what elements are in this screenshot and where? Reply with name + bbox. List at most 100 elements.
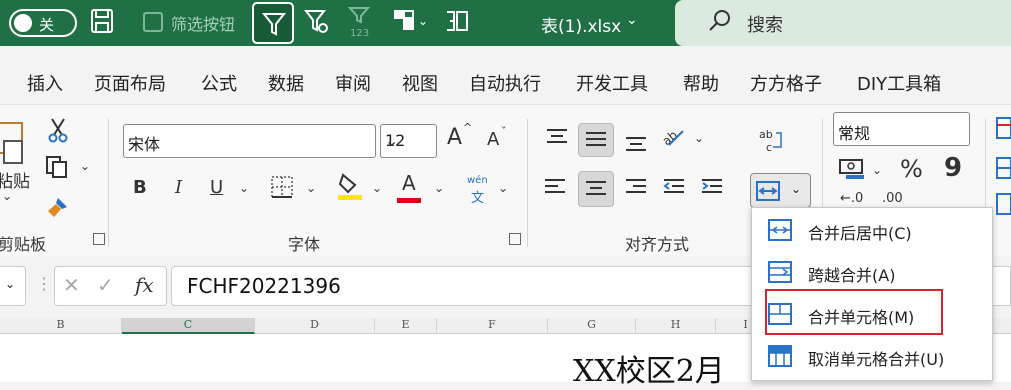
decrease-indent-icon[interactable] xyxy=(663,177,685,202)
cut-icon[interactable] xyxy=(47,117,69,148)
align-middle-button[interactable] xyxy=(578,123,614,157)
underline-chevron-icon[interactable]: ⌄ xyxy=(239,181,249,195)
svg-text:123: 123 xyxy=(350,28,369,38)
format-painter-icon[interactable] xyxy=(44,195,70,226)
menu-formulas[interactable]: 公式 xyxy=(201,70,237,96)
percent-button[interactable]: % xyxy=(900,155,923,183)
phonetic-top[interactable]: wén xyxy=(467,175,488,186)
column-header-h[interactable]: H xyxy=(636,318,716,334)
chevron-down-icon[interactable]: ⌄ xyxy=(418,14,428,28)
formula-bar-grip-icon: ⋮ xyxy=(36,274,52,293)
fill-color-icon[interactable] xyxy=(337,171,363,206)
orientation-icon[interactable]: ab xyxy=(660,123,687,154)
filter-buttons-checkbox[interactable] xyxy=(143,12,163,32)
menu-item-merge-across[interactable]: 跨越合并(A) xyxy=(752,254,994,292)
menu-item-unmerge-cells[interactable]: 取消单元格合并(U) xyxy=(752,338,994,376)
menu-fangfanggezi[interactable]: 方方格子 xyxy=(750,70,822,96)
grid-toolbar-icon[interactable] xyxy=(392,8,416,37)
cancel-icon[interactable]: ✕ xyxy=(63,273,80,297)
svg-text:ab: ab xyxy=(759,128,773,141)
filter-settings-icon[interactable] xyxy=(303,8,330,41)
fill-color-chevron-icon[interactable]: ⌄ xyxy=(372,181,382,195)
number-format-select[interactable]: 常规 ⌄ xyxy=(833,112,970,146)
sheet-title-cell[interactable]: XX校区2月 xyxy=(573,346,725,390)
orientation-chevron-icon[interactable]: ⌄ xyxy=(694,131,704,145)
filename-chevron-icon[interactable]: ⌄ xyxy=(626,12,638,28)
toggle-label: 关 xyxy=(39,16,55,34)
column-header-f[interactable]: F xyxy=(437,318,548,334)
menu-page-layout[interactable]: 页面布局 xyxy=(94,70,166,96)
increase-decimal-button[interactable]: ←.0 xyxy=(840,191,863,206)
filter-buttons-label: 筛选按钮 xyxy=(171,15,236,34)
enter-icon[interactable]: ✓ xyxy=(97,273,114,297)
menu-diy-toolbox[interactable]: DIY工具箱 xyxy=(857,70,941,96)
align-center-button[interactable] xyxy=(578,171,614,207)
column-header-g[interactable]: G xyxy=(548,318,636,334)
shrink-caret-icon: ˇ xyxy=(501,125,507,138)
comma-style-button[interactable]: 9 xyxy=(944,153,962,183)
chevron-down-icon: ⌄ xyxy=(128,131,142,150)
paste-icon[interactable] xyxy=(0,119,26,174)
wrap-text-icon[interactable]: ab c xyxy=(758,127,784,161)
menu-insert[interactable]: 插入 xyxy=(27,70,63,96)
highlight-box xyxy=(765,289,943,335)
format-table-icon[interactable] xyxy=(996,157,1011,184)
copy-icon[interactable] xyxy=(45,155,69,184)
phonetic-icon[interactable]: 文 xyxy=(471,187,484,206)
menu-review[interactable]: 审阅 xyxy=(335,70,371,96)
borders-icon[interactable] xyxy=(270,175,294,204)
calc-icon[interactable] xyxy=(444,8,470,39)
shrink-font-icon[interactable]: A xyxy=(487,129,499,150)
menu-item-merge-center[interactable]: 合并后居中(C) xyxy=(752,212,994,250)
align-top-icon[interactable] xyxy=(546,127,568,152)
menu-data[interactable]: 数据 xyxy=(268,70,304,96)
title-bar: 关 筛选按钮 123 ⌄ 表(1).xlsx ⌄ 搜索 xyxy=(0,0,1011,46)
autosave-toggle[interactable]: 关 xyxy=(9,9,77,37)
decrease-decimal-button[interactable]: .00 xyxy=(882,191,903,206)
italic-button[interactable]: I xyxy=(175,177,182,198)
insert-function-button[interactable]: fx xyxy=(135,273,154,297)
clipboard-launcher-icon[interactable] xyxy=(93,233,105,245)
underline-button[interactable]: U xyxy=(210,177,223,198)
currency-icon[interactable] xyxy=(838,157,866,186)
merge-chevron-icon[interactable]: ⌄ xyxy=(791,182,801,196)
cell-styles-icon[interactable] xyxy=(996,193,1011,220)
font-color-button[interactable]: A xyxy=(402,171,416,195)
font-size-select[interactable]: 12 ⌄ xyxy=(380,124,437,158)
bold-button[interactable]: B xyxy=(133,177,147,198)
save-icon[interactable] xyxy=(90,8,114,39)
currency-chevron-icon[interactable]: ⌄ xyxy=(872,163,882,177)
menu-automate[interactable]: 自动执行 xyxy=(469,70,541,96)
conditional-format-icon[interactable] xyxy=(996,117,1011,144)
filter-button[interactable] xyxy=(252,2,294,44)
search-icon xyxy=(707,8,733,40)
increase-indent-icon[interactable] xyxy=(701,177,723,202)
menu-item-label: 取消单元格合并(U) xyxy=(808,350,945,369)
font-name-select[interactable]: 宋体 ⌄ xyxy=(123,124,376,158)
menu-help[interactable]: 帮助 xyxy=(683,70,719,96)
name-box-chevron-icon[interactable]: ⌄ xyxy=(5,277,15,291)
copy-chevron-icon[interactable]: ⌄ xyxy=(80,159,90,173)
borders-chevron-icon[interactable]: ⌄ xyxy=(306,181,316,195)
align-left-icon[interactable] xyxy=(544,177,566,202)
phonetic-chevron-icon[interactable]: ⌄ xyxy=(498,181,508,195)
svg-text:c: c xyxy=(766,141,772,154)
number-format-icon[interactable]: 123 xyxy=(347,6,374,43)
align-right-icon[interactable] xyxy=(625,177,647,202)
search-box[interactable]: 搜索 xyxy=(675,0,1011,46)
column-header-b[interactable]: B xyxy=(0,318,122,334)
font-color-chevron-icon[interactable]: ⌄ xyxy=(434,181,444,195)
column-header-d[interactable]: D xyxy=(255,318,375,334)
menu-developer[interactable]: 开发工具 xyxy=(576,70,648,96)
column-header-e[interactable]: E xyxy=(375,318,437,334)
menu-view[interactable]: 视图 xyxy=(402,70,438,96)
formula-value: FCHF20221396 xyxy=(187,274,341,298)
font-launcher-icon[interactable] xyxy=(509,233,521,245)
merge-button[interactable]: ⌄ xyxy=(750,173,811,208)
align-bottom-icon[interactable] xyxy=(625,133,647,158)
name-box[interactable]: ⌄ xyxy=(0,266,26,306)
paste-chevron-icon[interactable]: ⌄ xyxy=(2,189,12,203)
column-header-c[interactable]: C xyxy=(122,318,255,334)
merge-across-icon xyxy=(768,261,792,283)
grow-font-icon[interactable]: A xyxy=(447,125,462,150)
